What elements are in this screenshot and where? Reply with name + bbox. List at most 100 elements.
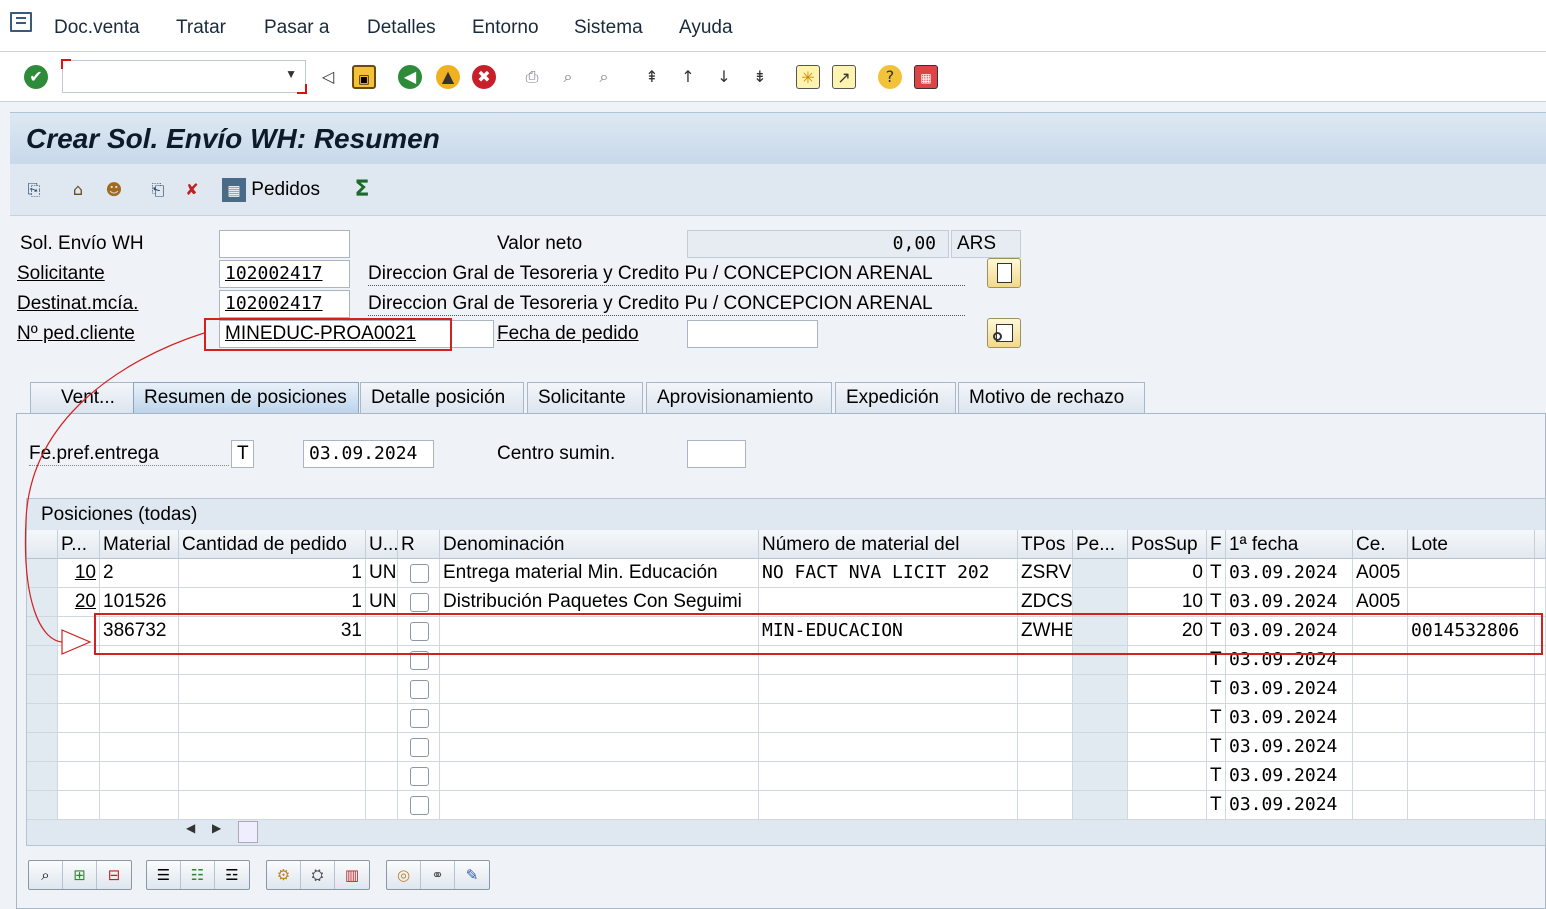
cell-tpos[interactable]: ZSRV (1018, 559, 1073, 588)
back-icon[interactable]: ◀ (398, 65, 422, 89)
cell-pe[interactable] (1073, 559, 1128, 588)
menu-tratar[interactable]: Tratar (176, 17, 226, 39)
tab-aprovisionamiento[interactable]: Aprovisionamiento (646, 382, 832, 414)
centro-sumin-field[interactable] (687, 440, 746, 468)
scroll-thumb[interactable] (238, 821, 258, 843)
col-header-lote[interactable]: Lote (1408, 530, 1535, 559)
col-header-pe[interactable]: Pe... (1073, 530, 1128, 559)
cell-material[interactable] (100, 762, 179, 791)
checkbox[interactable] (410, 593, 429, 612)
row-selector[interactable] (27, 675, 58, 704)
menu-ayuda[interactable]: Ayuda (679, 17, 733, 39)
cell-denominacion[interactable] (440, 762, 759, 791)
cell-pe[interactable] (1073, 704, 1128, 733)
structure-icon[interactable]: ⛭ (301, 861, 335, 889)
schedule-icon[interactable]: ◎ (387, 861, 421, 889)
next-page-icon[interactable]: ↓ (712, 65, 736, 89)
cancel-icon[interactable]: ✖ (472, 65, 496, 89)
find-next-icon[interactable]: ⌕ (592, 65, 616, 89)
print-icon[interactable]: ⎙ (520, 65, 544, 89)
scroll-left-icon[interactable]: ◀ (186, 821, 195, 835)
delete-row-icon[interactable]: ⊟ (97, 861, 131, 889)
cell-num-material[interactable]: NO FACT NVA LICIT 202 (759, 559, 1018, 588)
col-header-material[interactable]: Material (100, 530, 179, 559)
command-field[interactable]: ▼ (61, 59, 307, 94)
tab-resumen-posiciones[interactable]: Resumen de posiciones (133, 382, 359, 414)
col-header-ce[interactable]: Ce. (1353, 530, 1408, 559)
cell-fecha[interactable]: 03.09.2024 (1226, 559, 1353, 588)
cell-tpos[interactable] (1018, 704, 1073, 733)
col-header-f[interactable]: F (1207, 530, 1226, 559)
cell-lote[interactable] (1408, 675, 1535, 704)
cell-fecha[interactable]: 03.09.2024 (1226, 704, 1353, 733)
cell-qty[interactable]: 1 (179, 559, 366, 588)
binoculars-icon[interactable]: ⚭ (421, 861, 455, 889)
row-selector[interactable] (27, 559, 58, 588)
cell-lote[interactable] (1408, 762, 1535, 791)
cell-qty[interactable] (179, 704, 366, 733)
cell-qty[interactable] (179, 675, 366, 704)
select-all-icon[interactable]: ☰ (147, 861, 181, 889)
cell-denominacion[interactable] (440, 791, 759, 820)
sol-envio-field[interactable] (219, 230, 350, 258)
insert-row-icon[interactable]: ⊞ (63, 861, 97, 889)
cell-lote[interactable] (1408, 791, 1535, 820)
checkbox[interactable] (410, 564, 429, 583)
cell-material[interactable] (100, 733, 179, 762)
table-settings-icon[interactable]: ▥ (335, 861, 369, 889)
tab-ventas[interactable]: Vent... (30, 382, 136, 414)
checkbox[interactable] (410, 767, 429, 786)
cell-unit[interactable]: UN (366, 559, 398, 588)
shortcut-icon[interactable]: ↗ (832, 65, 856, 89)
solicitante-field[interactable]: 102002417 (219, 260, 350, 288)
checkbox[interactable] (410, 796, 429, 815)
cell-ce[interactable] (1353, 733, 1408, 762)
menu-detalles[interactable]: Detalles (367, 17, 436, 39)
horizontal-scrollbar[interactable]: ◀ ▶ (186, 821, 262, 843)
col-header-fecha[interactable]: 1ª fecha (1226, 530, 1353, 559)
display-details-icon[interactable] (987, 318, 1021, 348)
cell-r[interactable] (398, 791, 440, 820)
row-selector[interactable] (27, 588, 58, 617)
cell-num-material[interactable] (759, 791, 1018, 820)
person-icon[interactable]: ☻ (102, 178, 126, 202)
cell-num-material[interactable] (759, 675, 1018, 704)
cell-pos[interactable] (58, 762, 100, 791)
row-selector[interactable] (27, 646, 58, 675)
cell-num-material[interactable] (759, 762, 1018, 791)
row-selector[interactable] (27, 791, 58, 820)
cell-ce[interactable] (1353, 675, 1408, 704)
delete-doc-icon[interactable]: ✘ (180, 178, 204, 202)
cell-possup[interactable] (1128, 704, 1207, 733)
system-menu-icon[interactable] (10, 12, 32, 32)
cell-material[interactable] (100, 704, 179, 733)
cell-unit[interactable] (366, 704, 398, 733)
cell-r[interactable] (398, 762, 440, 791)
display-doc-icon[interactable]: ⎗ (146, 178, 170, 202)
col-header-cantidad[interactable]: Cantidad de pedido (179, 530, 366, 559)
col-header-unit[interactable]: U... (366, 530, 398, 559)
cell-pos[interactable] (58, 791, 100, 820)
cell-material[interactable] (100, 675, 179, 704)
cell-tpos[interactable] (1018, 733, 1073, 762)
col-header-num-material[interactable]: Número de material del (759, 530, 1018, 559)
cell-pos[interactable] (58, 704, 100, 733)
checkbox[interactable] (410, 680, 429, 699)
cell-pe[interactable] (1073, 733, 1128, 762)
cell-qty[interactable] (179, 733, 366, 762)
deselect-all-icon[interactable]: ☲ (215, 861, 249, 889)
tab-solicitante[interactable]: Solicitante (527, 382, 643, 414)
cell-pe[interactable] (1073, 762, 1128, 791)
checkbox[interactable] (410, 709, 429, 728)
scroll-right-icon[interactable]: ▶ (212, 821, 221, 835)
cell-fecha[interactable]: 03.09.2024 (1226, 733, 1353, 762)
cell-denominacion[interactable] (440, 675, 759, 704)
save-icon[interactable]: ▣ (352, 65, 376, 89)
cell-f[interactable]: T (1207, 704, 1226, 733)
find-icon[interactable]: ⌕ (556, 65, 580, 89)
tab-motivo-rechazo[interactable]: Motivo de rechazo (958, 382, 1145, 414)
col-header-tpos[interactable]: TPos (1018, 530, 1073, 559)
cell-unit[interactable] (366, 675, 398, 704)
sum-icon[interactable]: Σ (350, 178, 374, 202)
cell-unit[interactable] (366, 762, 398, 791)
